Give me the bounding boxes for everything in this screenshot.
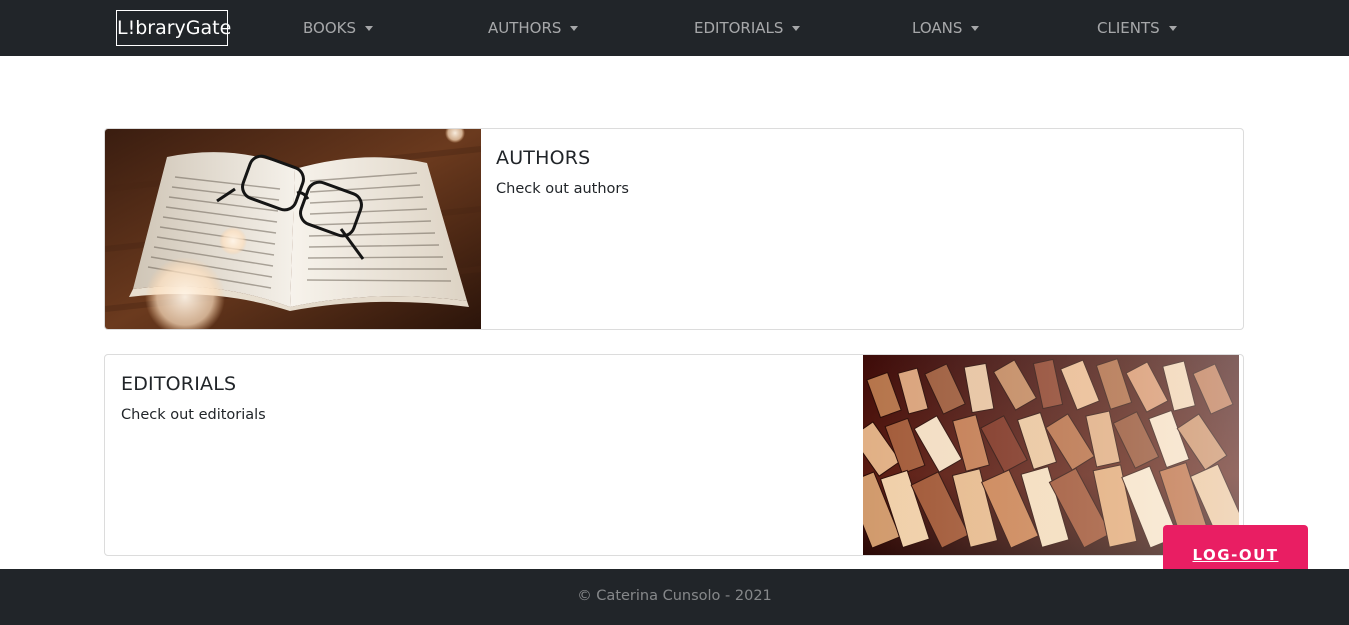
- authors-card-text: Check out authors: [496, 181, 629, 197]
- nav-dropdown-books[interactable]: BOOKS: [303, 18, 373, 38]
- nav-editorials-label: EDITORIALS: [694, 19, 784, 37]
- nav-dropdown-clients[interactable]: CLIENTS: [1097, 18, 1177, 38]
- nav-dropdown-authors[interactable]: AUTHORS: [488, 18, 579, 38]
- authors-card[interactable]: AUTHORS Check out authors: [104, 128, 1244, 330]
- editorials-card[interactable]: EDITORIALS Check out editorials: [104, 354, 1244, 556]
- caret-down-icon: [365, 25, 373, 31]
- nav-loans-label: LOANS: [912, 19, 963, 37]
- footer: © Caterina Cunsolo - 2021: [0, 569, 1349, 625]
- caret-down-icon: [792, 25, 801, 31]
- editorials-card-text: Check out editorials: [121, 407, 266, 423]
- brand-logo[interactable]: L!braryGate: [116, 10, 231, 46]
- caret-down-icon: [971, 25, 980, 31]
- nav-dropdown-editorials[interactable]: EDITORIALS: [694, 18, 801, 38]
- caret-down-icon: [570, 25, 579, 31]
- footer-copyright: © Caterina Cunsolo - 2021: [577, 588, 772, 604]
- authors-card-title: AUTHORS: [496, 147, 591, 169]
- editorials-card-title: EDITORIALS: [121, 373, 237, 395]
- nav-clients-label: CLIENTS: [1097, 19, 1160, 37]
- nav-books-label: BOOKS: [303, 19, 356, 37]
- open-book-glasses-image: [105, 129, 481, 329]
- caret-down-icon: [1168, 25, 1177, 31]
- nav-authors-label: AUTHORS: [488, 19, 562, 37]
- navbar: L!braryGate BOOKS AUTHORS EDITORIALS LOA…: [0, 0, 1349, 56]
- nav-dropdown-loans[interactable]: LOANS: [912, 18, 980, 38]
